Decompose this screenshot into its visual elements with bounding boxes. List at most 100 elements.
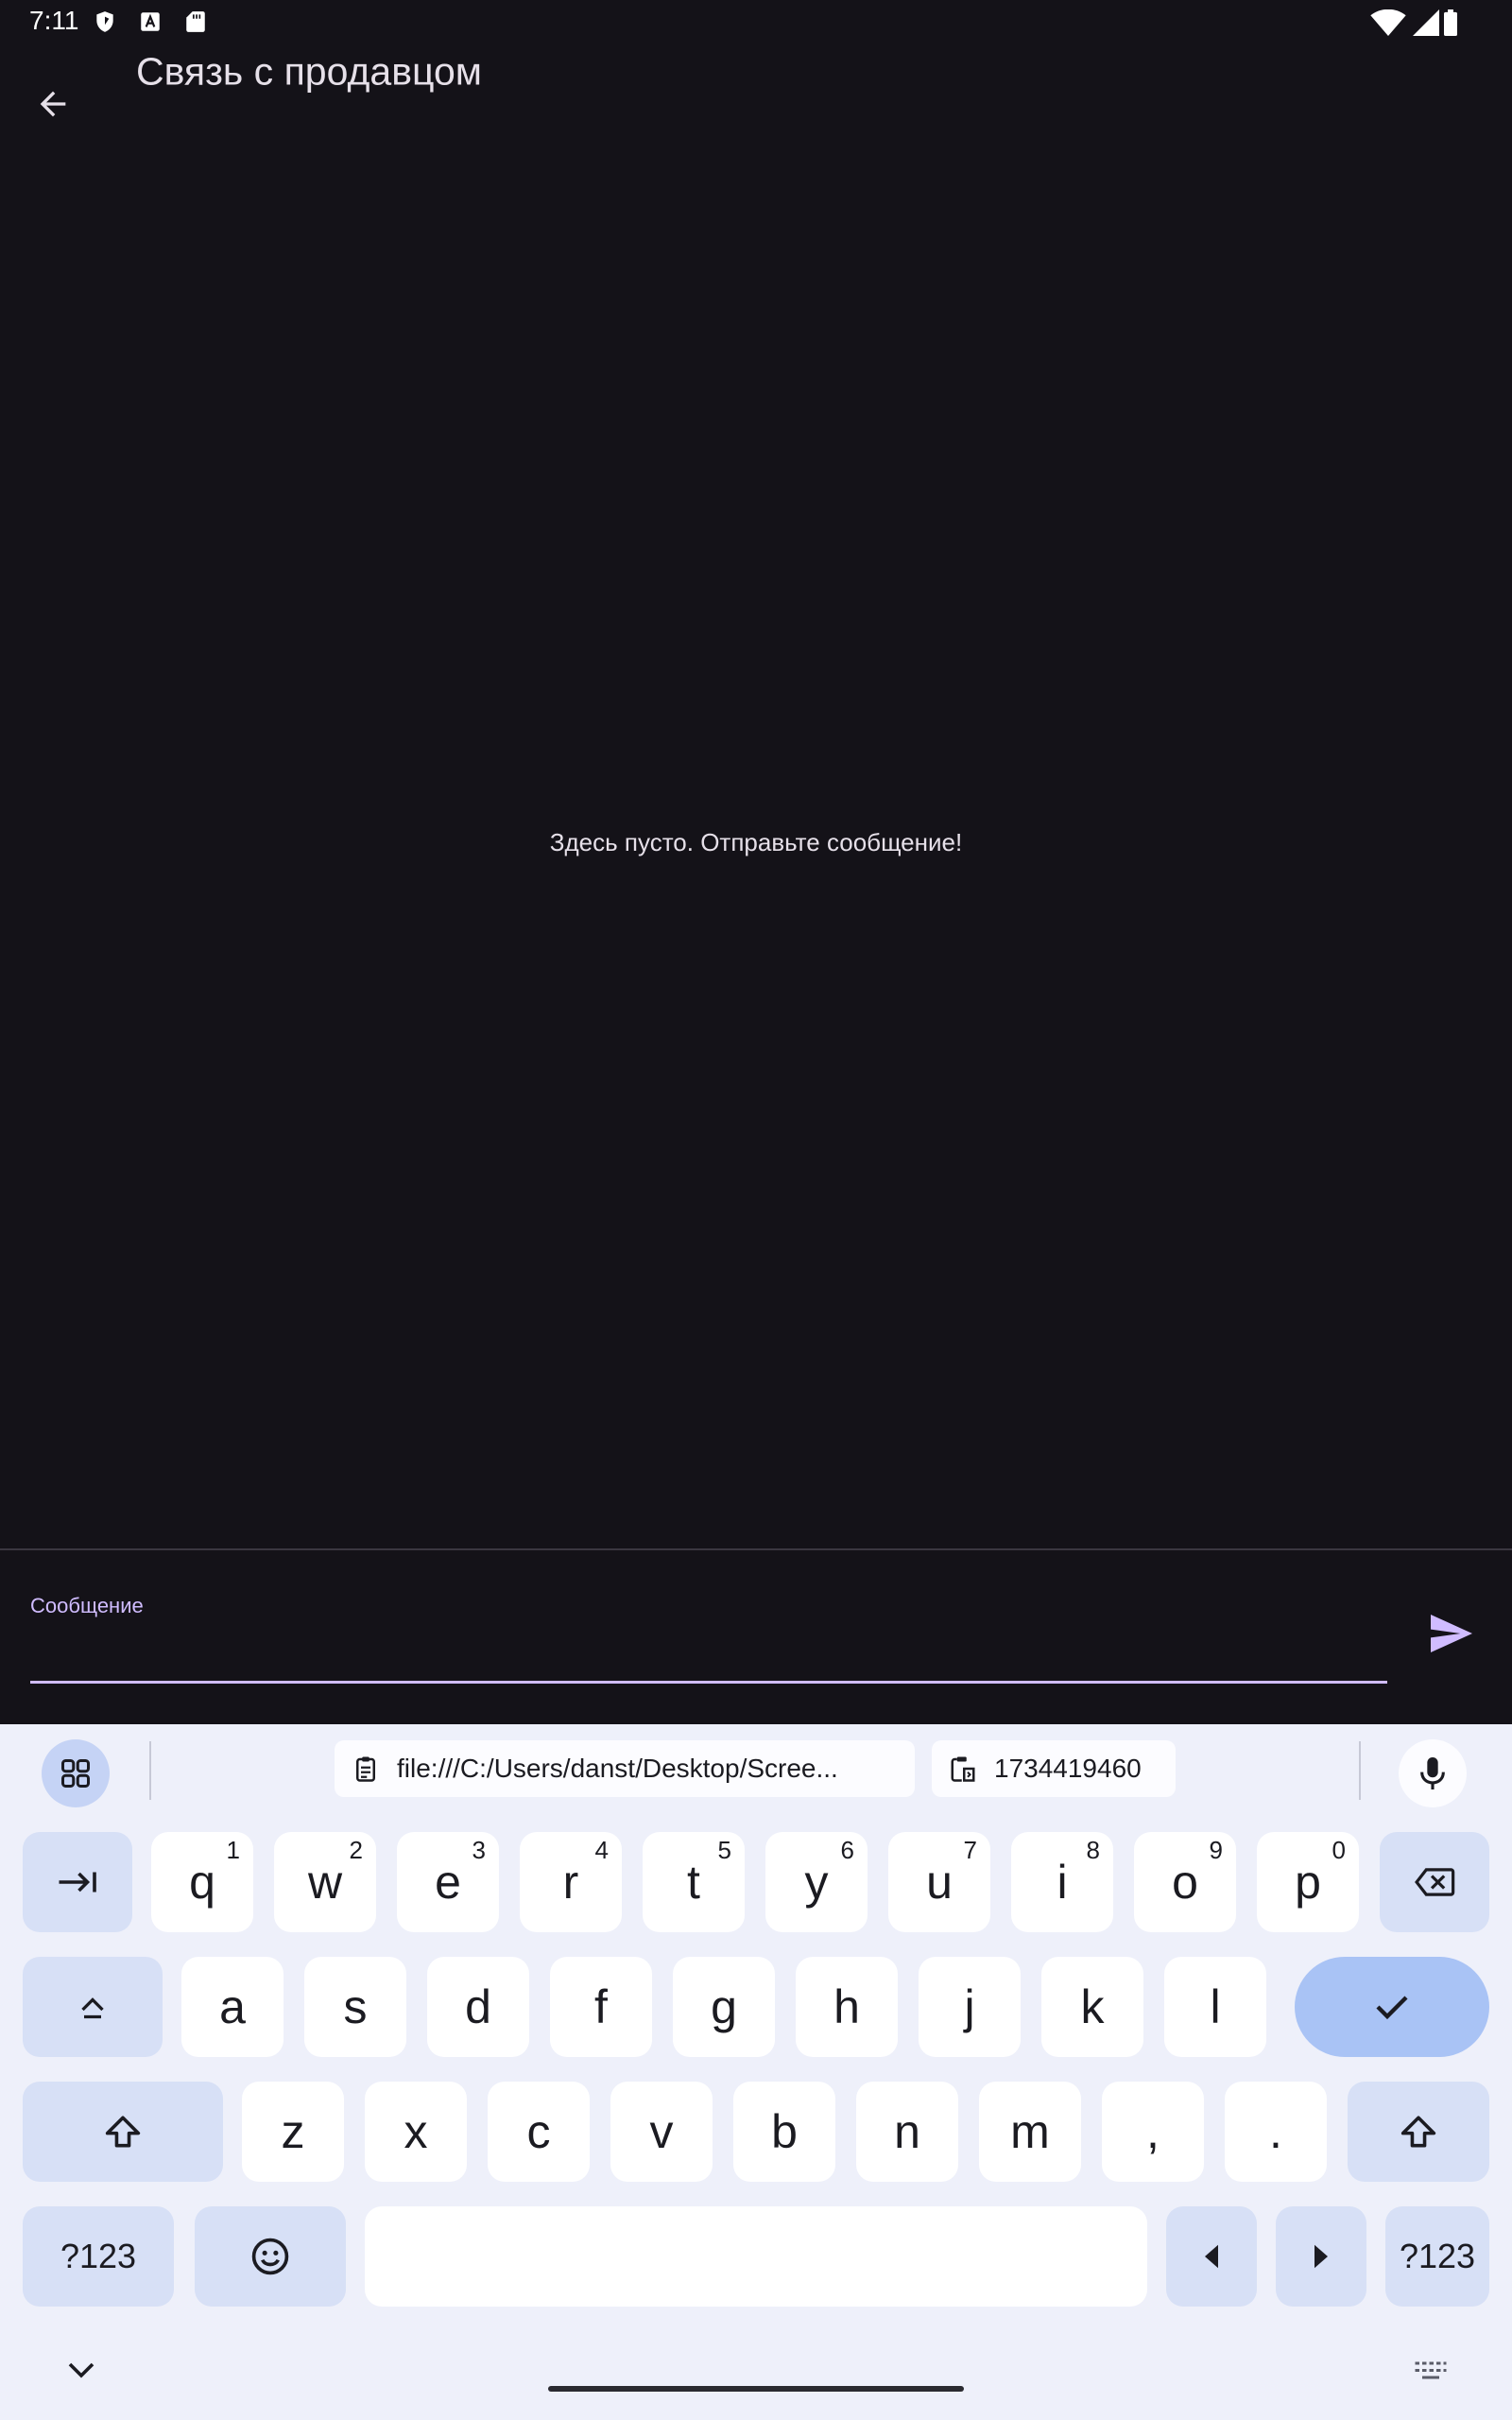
symbols-key-left[interactable]: ?123 — [23, 2206, 174, 2307]
key-g[interactable]: g — [673, 1957, 775, 2057]
key-v[interactable]: v — [610, 2082, 713, 2182]
triangle-left-icon — [1205, 2244, 1218, 2269]
key-label: l — [1210, 1980, 1221, 2033]
shift-key-left[interactable] — [23, 2082, 223, 2182]
key-e[interactable]: e3 — [397, 1832, 499, 1932]
key-a[interactable]: a — [181, 1957, 284, 2057]
empty-state-message: Здесь пусто. Отправьте сообщение! — [549, 828, 963, 856]
space-key[interactable] — [365, 2206, 1147, 2307]
signal-icon — [1413, 9, 1439, 36]
toolbar-divider — [149, 1741, 151, 1800]
caps-lock-key[interactable] — [23, 1957, 163, 2057]
triangle-right-icon — [1314, 2244, 1328, 2269]
key-number-hint: 8 — [1086, 1836, 1100, 1864]
key-w[interactable]: w2 — [274, 1832, 376, 1932]
key-l[interactable]: l — [1164, 1957, 1266, 2057]
key-label: y — [804, 1856, 829, 1909]
cursor-right-key[interactable] — [1276, 2206, 1366, 2307]
key-c[interactable]: c — [488, 2082, 590, 2182]
key-label: m — [1010, 2105, 1050, 2158]
key-i[interactable]: i8 — [1011, 1832, 1113, 1932]
key-label: z — [281, 2105, 305, 2158]
key-number-hint: 0 — [1332, 1836, 1346, 1864]
key-z[interactable]: z — [242, 2082, 344, 2182]
key-u[interactable]: u7 — [888, 1832, 990, 1932]
wifi-icon — [1370, 9, 1406, 36]
enter-key[interactable] — [1295, 1957, 1489, 2057]
message-field-underline — [30, 1681, 1387, 1684]
keyboard-apps-button[interactable] — [42, 1739, 110, 1807]
key-f[interactable]: f — [550, 1957, 652, 2057]
hide-keyboard-chevron-icon[interactable] — [64, 2358, 98, 2382]
key-number-hint: 1 — [226, 1836, 240, 1864]
key-label: q — [189, 1856, 215, 1909]
key-s[interactable]: s — [304, 1957, 406, 2057]
send-button[interactable] — [1418, 1603, 1486, 1664]
clipboard-suggestion-number[interactable]: 1734419460 — [932, 1740, 1176, 1797]
key-r[interactable]: r4 — [520, 1832, 622, 1932]
key-label: s — [343, 1980, 368, 2033]
backspace-key[interactable] — [1380, 1832, 1489, 1932]
key-d[interactable]: d — [427, 1957, 529, 2057]
clipboard-text: file:///C:/Users/danst/Desktop/Scree... — [397, 1754, 838, 1783]
key-j[interactable]: j — [919, 1957, 1021, 2057]
key-number-hint: 9 — [1209, 1836, 1223, 1864]
key-b[interactable]: b — [733, 2082, 835, 2182]
key-m[interactable]: m — [979, 2082, 1081, 2182]
gesture-navigation-handle[interactable] — [548, 2386, 964, 2392]
a-box-icon — [141, 12, 160, 31]
tab-icon — [59, 1872, 96, 1893]
shift-key-right[interactable] — [1348, 2082, 1489, 2182]
key-number-hint: 7 — [963, 1836, 977, 1864]
shift-icon — [105, 2116, 141, 2148]
toolbar-divider — [1359, 1741, 1361, 1800]
voice-input-button[interactable] — [1399, 1739, 1467, 1807]
key-number-hint: 4 — [594, 1836, 609, 1864]
keyboard-toolbar: file:///C:/Users/danst/Desktop/Scree... … — [0, 1724, 1512, 1811]
key-label: p — [1295, 1856, 1321, 1909]
key-label: c — [526, 2105, 551, 2158]
key-label: h — [833, 1980, 860, 2033]
sd-card-icon — [186, 11, 205, 32]
emoji-icon — [251, 2238, 289, 2275]
checkmark-icon — [1376, 1996, 1408, 2020]
key-label: r — [562, 1856, 579, 1909]
clipboard-suggestion-text[interactable]: file:///C:/Users/danst/Desktop/Scree... — [335, 1740, 915, 1797]
key-label: j — [964, 1980, 975, 2033]
key-t[interactable]: t5 — [643, 1832, 745, 1932]
caps-lock-icon — [81, 1997, 104, 2019]
key-label: n — [894, 2105, 920, 2158]
key-,[interactable]: , — [1102, 2082, 1204, 2182]
key-label: b — [771, 2105, 798, 2158]
key-o[interactable]: o9 — [1134, 1832, 1236, 1932]
key-label: i — [1057, 1856, 1068, 1909]
cursor-left-key[interactable] — [1166, 2206, 1257, 2307]
key-h[interactable]: h — [796, 1957, 898, 2057]
key-label: . — [1269, 2105, 1282, 2158]
key-y[interactable]: y6 — [765, 1832, 868, 1932]
symbols-key-right[interactable]: ?123 — [1385, 2206, 1489, 2307]
key-p[interactable]: p0 — [1257, 1832, 1359, 1932]
key-label: f — [594, 1980, 608, 2033]
key-k[interactable]: k — [1041, 1957, 1143, 2057]
key-x[interactable]: x — [365, 2082, 467, 2182]
key-q[interactable]: q1 — [151, 1832, 253, 1932]
key-label: g — [711, 1980, 737, 2033]
page-title: Связь с продавцом — [136, 49, 482, 94]
tab-key[interactable] — [23, 1832, 132, 1932]
key-label: d — [465, 1980, 491, 2033]
emoji-key[interactable] — [195, 2206, 346, 2307]
on-screen-keyboard: file:///C:/Users/danst/Desktop/Scree... … — [0, 1724, 1512, 2420]
message-input[interactable] — [30, 1618, 1387, 1681]
clipboard-paste-icon — [949, 1754, 977, 1783]
clipboard-icon — [352, 1754, 380, 1783]
keyboard-switch-icon[interactable] — [1414, 2360, 1448, 2384]
key-label: a — [219, 1980, 246, 2033]
status-bar: 7:11 — [0, 0, 1512, 45]
back-button[interactable] — [23, 74, 83, 134]
key-.[interactable]: . — [1225, 2082, 1327, 2182]
shield-icon — [96, 11, 113, 32]
microphone-icon — [1420, 1757, 1445, 1789]
backspace-icon — [1415, 1868, 1455, 1896]
key-n[interactable]: n — [856, 2082, 958, 2182]
